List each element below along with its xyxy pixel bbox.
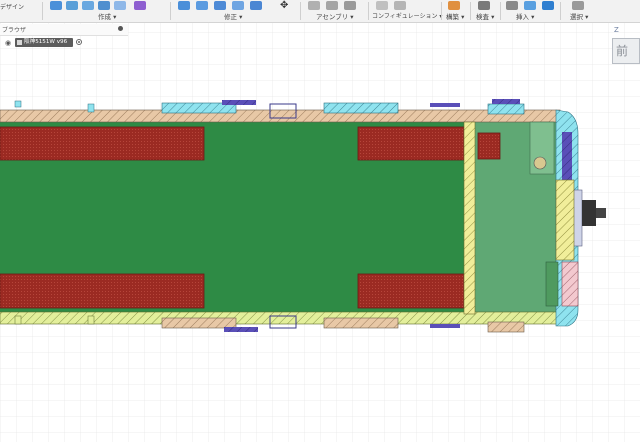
master-controller[interactable] — [533, 156, 547, 170]
activate-radio-icon[interactable] — [76, 39, 82, 45]
toolbar-group-assemble[interactable]: アセンブリ ▾ — [306, 0, 366, 22]
extrude-icon[interactable] — [66, 1, 78, 10]
toolbar-group-select[interactable]: 選択 ▾ — [566, 0, 602, 22]
move-icon[interactable]: ✥ — [280, 0, 288, 11]
config-table-icon[interactable] — [376, 1, 388, 10]
train-car-model[interactable] — [0, 99, 606, 333]
measure-icon[interactable] — [478, 1, 490, 10]
cab-seat[interactable] — [477, 132, 501, 160]
toolbar-group-configure[interactable]: コンフィギュレーション ▾ — [372, 0, 442, 22]
combine-icon[interactable] — [250, 1, 262, 10]
workspace-switcher[interactable]: デザイン — [0, 0, 40, 22]
sweep-icon[interactable] — [98, 1, 110, 10]
component-icon — [17, 40, 22, 45]
top-door-rail[interactable] — [492, 99, 520, 104]
chamfer-icon[interactable] — [214, 1, 226, 10]
toolbar-separator — [368, 2, 369, 20]
coupler-head[interactable] — [596, 208, 606, 218]
assemble-menu-label[interactable]: アセンブリ ▾ — [316, 11, 354, 21]
document-node[interactable]: 阪神5151W v96 — [15, 38, 73, 47]
top-window-frame[interactable] — [487, 103, 525, 115]
create-menu-label[interactable]: 作成 ▾ — [98, 11, 116, 21]
modify-menu-label[interactable]: 修正 ▾ — [224, 11, 242, 21]
revolve-icon[interactable] — [82, 1, 94, 10]
toolbar-group-insert[interactable]: 挿入 ▾ — [504, 0, 556, 22]
browser-panel: ブラウザ ◉ 阪神5151W v96 — [0, 24, 130, 50]
select-menu-label[interactable]: 選択 ▾ — [570, 11, 588, 21]
insert-canvas-icon[interactable] — [524, 1, 536, 10]
toolbar-separator — [500, 2, 501, 20]
insert-menu-label[interactable]: 挿入 ▾ — [516, 11, 534, 21]
fillet-icon[interactable] — [196, 1, 208, 10]
document-label: 阪神5151W v96 — [24, 39, 68, 45]
cab-cabinet[interactable] — [545, 261, 559, 307]
insert-derive-icon[interactable] — [506, 1, 518, 10]
sketch-icon[interactable] — [50, 1, 62, 10]
top-bracket — [87, 103, 95, 113]
inspect-menu-label[interactable]: 検査 ▾ — [476, 11, 494, 21]
longitudinal-seat[interactable] — [0, 126, 205, 161]
bottom-side-wall[interactable] — [0, 311, 561, 325]
configure-menu-label[interactable]: コンフィギュレーション ▾ — [372, 11, 442, 20]
viewport-svg[interactable] — [0, 23, 640, 442]
ribbon-toolbar: デザイン 作成 ▾ ✥ 修正 ▾ アセンブリ ▾ コンフィギュレーション ▾ 構… — [0, 0, 640, 23]
bottom-door-rail[interactable] — [430, 324, 460, 328]
toolbar-separator — [560, 2, 561, 20]
top-side-wall[interactable] — [0, 109, 561, 123]
top-door-rail[interactable] — [430, 103, 460, 107]
form-icon[interactable] — [134, 1, 146, 10]
top-bracket — [14, 100, 22, 108]
toolbar-separator — [441, 2, 442, 20]
toolbar-group-modify[interactable]: ✥ 修正 ▾ — [176, 0, 296, 22]
toolbar-group-construct[interactable]: 構築 ▾ — [444, 0, 470, 22]
bottom-window-frame[interactable] — [161, 317, 237, 329]
bottom-door-rail[interactable] — [224, 327, 258, 332]
browser-options-icon[interactable] — [118, 26, 123, 31]
design-canvas[interactable] — [0, 23, 640, 442]
loft-icon[interactable] — [114, 1, 126, 10]
bottom-window-frame[interactable] — [487, 321, 525, 333]
bottom-bracket — [14, 315, 22, 325]
toolbar-separator — [300, 2, 301, 20]
toolbar-group-create[interactable]: 作成 ▾ — [48, 0, 168, 22]
coupler[interactable] — [582, 200, 596, 226]
browser-header[interactable]: ブラウザ — [0, 24, 128, 36]
visibility-eye-icon[interactable]: ◉ — [5, 39, 11, 47]
press-pull-icon[interactable] — [178, 1, 190, 10]
viewcube-front-face[interactable]: 前 — [616, 42, 628, 59]
bottom-window-frame[interactable] — [323, 317, 399, 329]
longitudinal-seat[interactable] — [0, 273, 205, 309]
joint-icon[interactable] — [326, 1, 338, 10]
toolbar-separator — [42, 2, 43, 20]
top-door-rail[interactable] — [222, 100, 256, 105]
front-bulkhead[interactable] — [555, 179, 575, 261]
browser-title: ブラウザ — [2, 27, 27, 34]
toolbar-separator — [170, 2, 171, 20]
viewcube[interactable]: 前 — [612, 38, 640, 64]
front-corner-post[interactable] — [561, 261, 579, 307]
shell-icon[interactable] — [232, 1, 244, 10]
offset-plane-icon[interactable] — [448, 1, 460, 10]
as-built-joint-icon[interactable] — [344, 1, 356, 10]
toolbar-group-inspect[interactable]: 検査 ▾ — [474, 0, 502, 22]
select-cursor-icon[interactable] — [572, 1, 584, 10]
construct-menu-label[interactable]: 構築 ▾ — [446, 11, 464, 21]
workspace-label: デザイン — [0, 4, 25, 11]
top-window-frame[interactable] — [323, 102, 399, 114]
new-component-icon[interactable] — [308, 1, 320, 10]
insert-image-icon[interactable] — [542, 1, 554, 10]
toolbar-separator — [470, 2, 471, 20]
longitudinal-seat[interactable] — [357, 126, 465, 161]
longitudinal-seat[interactable] — [357, 273, 465, 309]
bottom-bracket — [87, 315, 95, 325]
config-rule-icon[interactable] — [394, 1, 406, 10]
cab-partition[interactable] — [463, 121, 476, 315]
axis-z-label: Z — [614, 26, 619, 34]
